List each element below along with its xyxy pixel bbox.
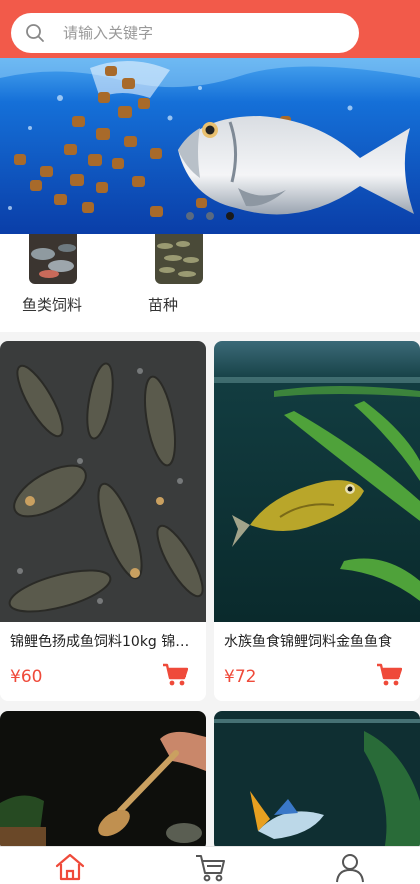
- category-strip: 鱼类饲料 苗种: [0, 234, 420, 332]
- search-icon: [26, 24, 44, 42]
- cart-icon[interactable]: [194, 851, 226, 883]
- promo-banner[interactable]: [0, 58, 420, 234]
- product-price: ¥72: [224, 667, 257, 687]
- product-card[interactable]: 水族鱼食锦鲤饲料金鱼鱼食 ¥72: [214, 341, 420, 701]
- add-to-cart-icon[interactable]: [376, 663, 402, 687]
- product-price: ¥60: [10, 667, 43, 687]
- tropical-fish-photo: [214, 711, 420, 851]
- product-title: 锦鲤色扬成鱼饲料10kg 锦鲤饲料: [10, 634, 196, 650]
- wooden-spoon-photo: [0, 711, 206, 851]
- banner-pager: [186, 212, 234, 220]
- pager-dot-active[interactable]: [226, 212, 234, 220]
- search-box[interactable]: 请输入关键字: [11, 13, 359, 53]
- product-card[interactable]: [214, 711, 420, 851]
- category-label: 苗种: [148, 296, 179, 314]
- pager-dot[interactable]: [186, 212, 194, 220]
- product-card[interactable]: [0, 711, 206, 851]
- category-label: 鱼类饲料: [22, 296, 83, 314]
- user-icon[interactable]: [334, 851, 366, 883]
- fish-feed-thumbnail: [29, 234, 77, 284]
- add-to-cart-icon[interactable]: [162, 663, 188, 687]
- header-bar: 请输入关键字: [0, 0, 420, 60]
- banner-image: [0, 58, 420, 234]
- product-title: 水族鱼食锦鲤饲料金鱼鱼食: [224, 634, 392, 650]
- product-card[interactable]: 锦鲤色扬成鱼饲料10kg 锦鲤饲料 ¥60: [0, 341, 206, 701]
- pager-dot[interactable]: [206, 212, 214, 220]
- bottom-tabbar: [0, 846, 420, 884]
- aquarium-fish-photo: [214, 341, 420, 622]
- koi-carp-photo: [0, 341, 206, 622]
- search-placeholder: 请输入关键字: [63, 24, 154, 42]
- fish-fry-thumbnail: [155, 234, 203, 284]
- home-icon[interactable]: [54, 851, 86, 883]
